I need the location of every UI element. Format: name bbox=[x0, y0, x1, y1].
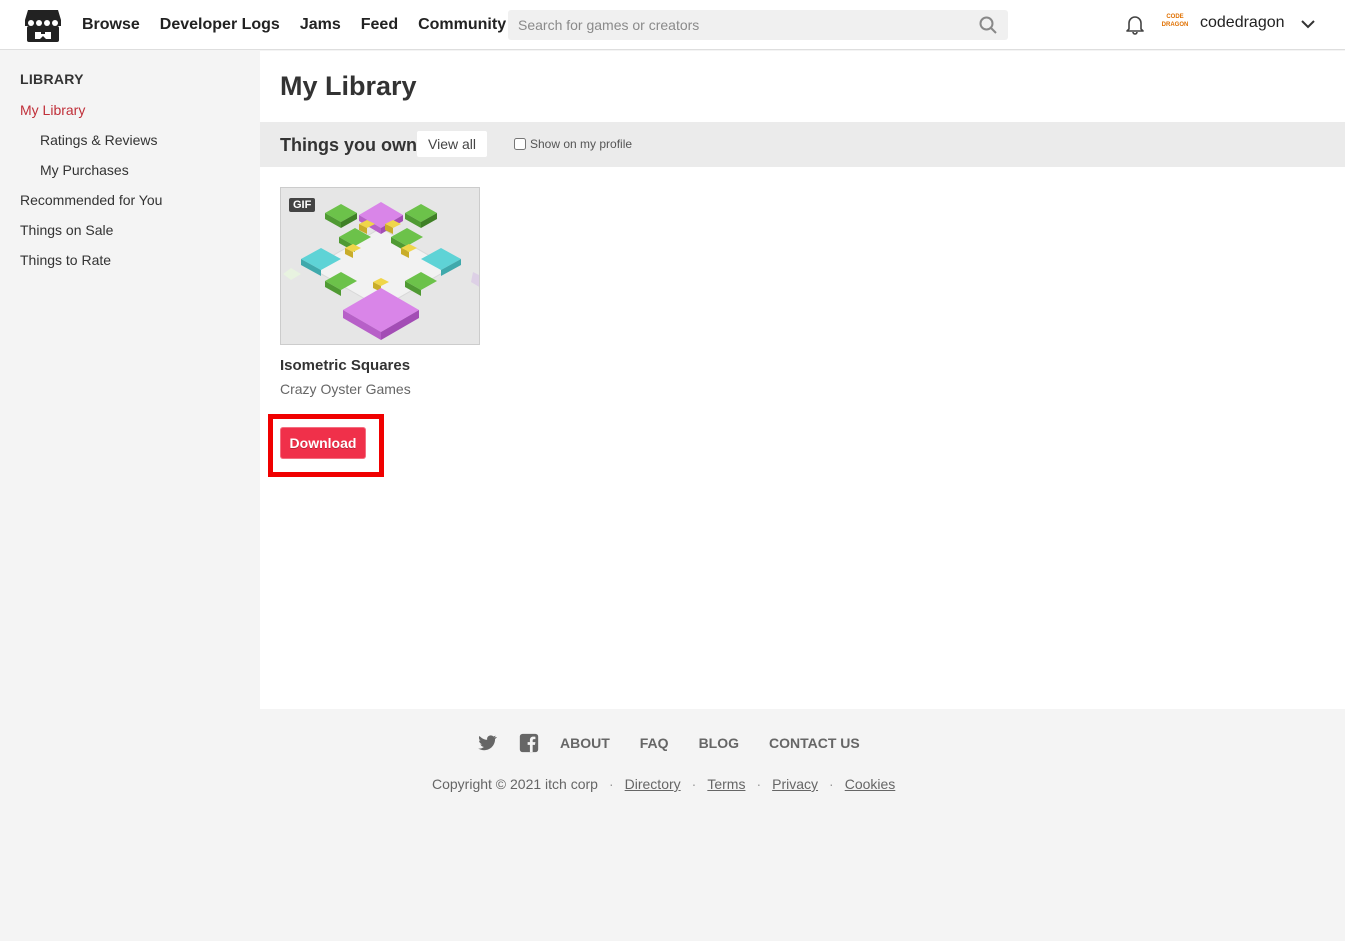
show-on-profile-option[interactable]: Show on my profile bbox=[514, 137, 632, 151]
footer-cookies-link[interactable]: Cookies bbox=[845, 776, 896, 792]
footer-directory-link[interactable]: Directory bbox=[625, 776, 681, 792]
footer-contact-link[interactable]: CONTACT US bbox=[769, 735, 860, 751]
footer-privacy-link[interactable]: Privacy bbox=[772, 776, 818, 792]
sidebar-item-ratings-reviews[interactable]: Ratings & Reviews bbox=[40, 132, 158, 148]
download-button[interactable]: Download bbox=[280, 427, 366, 459]
show-on-profile-checkbox[interactable] bbox=[514, 138, 526, 150]
main-content: My Library Things you own View all Show … bbox=[260, 51, 1345, 709]
section-title: Things you own bbox=[280, 135, 417, 155]
footer-links: ABOUT FAQ BLOG CONTACT US bbox=[476, 731, 890, 755]
separator: · bbox=[691, 776, 697, 792]
separator: · bbox=[756, 776, 762, 792]
facebook-icon[interactable] bbox=[518, 732, 540, 754]
main-nav: Browse Developer Logs Jams Feed Communit… bbox=[82, 0, 526, 50]
nav-community[interactable]: Community bbox=[418, 16, 506, 34]
itch-logo-icon[interactable] bbox=[24, 8, 62, 44]
username[interactable]: codedragon bbox=[1200, 14, 1285, 32]
show-on-profile-label: Show on my profile bbox=[530, 137, 633, 151]
view-all-button[interactable]: View all bbox=[417, 131, 487, 157]
sidebar-item-to-rate[interactable]: Things to Rate bbox=[20, 252, 111, 268]
sidebar-item-on-sale[interactable]: Things on Sale bbox=[20, 222, 113, 238]
separator: · bbox=[829, 776, 834, 792]
sidebar-item-recommended[interactable]: Recommended for You bbox=[20, 192, 162, 208]
twitter-icon[interactable] bbox=[476, 732, 498, 754]
nav-jams[interactable]: Jams bbox=[300, 16, 341, 34]
sidebar-title: LIBRARY bbox=[20, 71, 84, 87]
game-title-link[interactable]: Isometric Squares bbox=[280, 357, 410, 374]
footer-terms-link[interactable]: Terms bbox=[707, 776, 745, 792]
footer-faq-link[interactable]: FAQ bbox=[640, 735, 669, 751]
sidebar-item-my-purchases[interactable]: My Purchases bbox=[40, 162, 129, 178]
page-title: My Library bbox=[280, 71, 417, 101]
footer-about-link[interactable]: ABOUT bbox=[560, 735, 610, 751]
game-author-link[interactable]: Crazy Oyster Games bbox=[280, 381, 411, 397]
top-header: Browse Developer Logs Jams Feed Communit… bbox=[0, 0, 1345, 50]
gif-badge: GIF bbox=[289, 198, 316, 212]
copyright-text: Copyright © 2021 itch corp bbox=[432, 776, 598, 792]
notification-bell-icon[interactable] bbox=[1124, 13, 1146, 35]
game-thumbnail[interactable]: GIF bbox=[280, 187, 480, 345]
chevron-down-icon[interactable] bbox=[1299, 15, 1317, 33]
search-input[interactable] bbox=[518, 17, 978, 33]
section-header: Things you own View all Show on my profi… bbox=[260, 122, 1345, 167]
footer-copyright: Copyright © 2021 itch corp · Directory ·… bbox=[432, 776, 895, 792]
footer-blog-link[interactable]: BLOG bbox=[699, 735, 739, 751]
sidebar-item-my-library[interactable]: My Library bbox=[20, 102, 85, 118]
nav-developer-logs[interactable]: Developer Logs bbox=[160, 16, 280, 34]
avatar[interactable]: CODE DRAGON bbox=[1160, 13, 1190, 35]
search-icon[interactable] bbox=[978, 15, 998, 35]
nav-browse[interactable]: Browse bbox=[82, 16, 140, 34]
separator: · bbox=[608, 776, 614, 792]
search-box bbox=[508, 10, 1008, 40]
nav-feed[interactable]: Feed bbox=[361, 16, 398, 34]
